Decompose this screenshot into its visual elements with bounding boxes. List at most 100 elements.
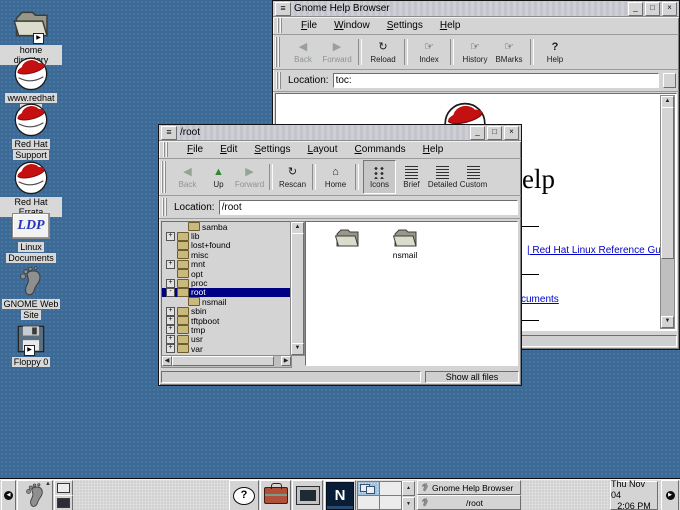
expander-icon[interactable] [166,325,175,334]
menu-file[interactable]: File [300,19,318,32]
tree-item-proc[interactable]: proc [162,278,290,287]
menu-commands[interactable]: Commands [354,143,407,156]
back-button[interactable]: Back [286,36,320,68]
menu-window[interactable]: Window [333,19,371,32]
desk-guide-cell[interactable] [380,496,401,509]
tree-item-usr[interactable]: usr [162,335,290,344]
help-titlebar[interactable]: Gnome Help Browser [273,1,679,17]
expander-icon[interactable] [166,316,175,325]
pane-folder-nsmail[interactable]: nsmail [382,227,428,260]
clock-applet[interactable]: Thu Nov 04 2:06 PM [610,481,658,510]
toolbar-drag-handle[interactable] [275,37,281,67]
help-launcher[interactable] [229,480,259,510]
back-button[interactable]: Back [172,161,203,193]
expander-icon[interactable] [166,288,175,297]
scrollbar-thumb[interactable] [291,233,304,347]
tasklist-down-icon[interactable] [402,497,415,510]
menu-edit[interactable]: Edit [219,143,238,156]
custom-view-button[interactable]: Custom [458,161,489,193]
expander-icon[interactable] [166,232,175,241]
forward-button[interactable]: Forward [320,36,354,68]
expander-icon[interactable] [166,279,175,288]
scroll-down-icon[interactable] [661,316,674,328]
tree-item-tmp[interactable]: tmp [162,325,290,334]
tasklist-up-icon[interactable] [402,481,415,496]
maximize-button[interactable] [645,2,660,16]
desk-guide-current-cell[interactable] [358,482,379,495]
tree-item-samba[interactable]: samba [162,222,290,231]
fm-icon-pane[interactable]: nsmail [305,221,518,366]
panel-hide-right-button[interactable] [661,480,679,510]
main-menu-button[interactable] [17,480,53,510]
help-vertical-scrollbar[interactable] [660,95,675,329]
mini-applet-bottom-button[interactable] [54,495,73,510]
expander-icon[interactable] [166,335,175,344]
bmarks-button[interactable]: BMarks [492,36,526,68]
scroll-down-icon[interactable] [291,343,304,355]
minimize-button[interactable] [628,2,643,16]
desktop-icon-floppy-0[interactable]: Floppy 0 [0,322,62,367]
tree-item-lib[interactable]: lib [162,231,290,240]
rescan-button[interactable]: Rescan [277,161,308,193]
pane-folder[interactable] [324,227,370,250]
documents-link-fragment[interactable]: cuments [521,294,559,305]
window-menu-icon[interactable] [161,126,177,140]
tree-item-lost-found[interactable]: lost+found [162,241,290,250]
tree-item-tftpboot[interactable]: tftpboot [162,316,290,325]
tree-item-var[interactable]: var [162,344,290,353]
history-button[interactable]: History [458,36,492,68]
menu-settings[interactable]: Settings [253,143,291,156]
icons-view-button[interactable]: Icons [363,160,396,194]
fm-titlebar[interactable]: /root [159,125,521,141]
location-dropdown-button[interactable] [663,73,676,88]
location-input[interactable] [219,200,518,215]
scrollbar-thumb[interactable] [661,107,674,259]
panel-hide-left-button[interactable] [1,480,16,510]
scroll-left-icon[interactable] [162,356,172,366]
desk-guide-cell[interactable] [358,496,379,509]
reload-button[interactable]: Reload [366,36,400,68]
maximize-button[interactable] [487,126,502,140]
desktop-icon-gnome-web-site[interactable]: GNOME Web Site [0,266,62,320]
terminal-launcher[interactable] [292,480,323,510]
netscape-launcher[interactable]: N [324,480,356,510]
menu-settings[interactable]: Settings [386,19,424,32]
menu-layout[interactable]: Layout [307,143,339,156]
config-tool-launcher[interactable] [260,480,291,510]
index-button[interactable]: Index [412,36,446,68]
scrollbar-thumb[interactable] [172,356,274,366]
menu-file[interactable]: File [186,143,204,156]
expander-icon[interactable] [166,260,175,269]
menu-help[interactable]: Help [439,19,462,32]
expander-icon[interactable] [166,307,175,316]
help-button[interactable]: Help [538,36,572,68]
window-menu-icon[interactable] [275,2,291,16]
expander-icon[interactable] [166,344,175,353]
tree-item-misc[interactable]: misc [162,250,290,259]
tree-item-opt[interactable]: opt [162,269,290,278]
reference-guide-link[interactable]: | Red Hat Linux Reference Guide [527,245,674,256]
tree-horizontal-scrollbar[interactable] [161,355,292,368]
mini-applet-top-button[interactable] [54,480,73,496]
locbar-drag-handle[interactable] [276,72,282,89]
desktop-icon-linux-documents[interactable]: LDP Linux Documents [0,211,62,263]
scroll-right-icon[interactable] [281,356,291,366]
locbar-drag-handle[interactable] [162,198,168,216]
task-button-help-browser[interactable]: Gnome Help Browser [417,480,521,495]
brief-view-button[interactable]: Brief [396,161,427,193]
location-input[interactable] [333,73,659,88]
desktop-icon-red-hat-support[interactable]: Red Hat Support [0,98,62,160]
tree-item-root-selected[interactable]: root [162,288,290,297]
desk-guide-applet[interactable] [357,481,402,510]
tree-item-mnt[interactable]: mnt [162,260,290,269]
forward-button[interactable]: Forward [234,161,265,193]
desktop-icon-red-hat-errata[interactable]: Red Hat Errata [0,156,62,217]
task-button-root[interactable]: /root [417,495,521,510]
desk-guide-cell[interactable] [380,482,401,495]
home-button[interactable]: Home [320,161,351,193]
minimize-button[interactable] [470,126,485,140]
menu-help[interactable]: Help [422,143,445,156]
tree-item-nsmail[interactable]: nsmail [162,297,290,306]
toolbar-drag-handle[interactable] [161,161,167,193]
up-button[interactable]: Up [203,161,234,193]
